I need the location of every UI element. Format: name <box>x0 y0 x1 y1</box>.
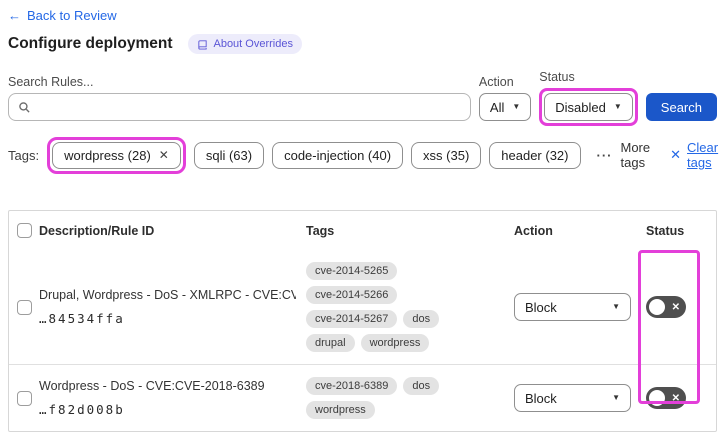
rule-action-cell: Block ▼ <box>506 293 639 321</box>
rule-tag-pill: drupal <box>306 334 355 352</box>
search-rules-input[interactable] <box>8 93 471 121</box>
chevron-down-icon: ▼ <box>612 302 620 311</box>
select-all-checkbox[interactable] <box>16 223 32 238</box>
tag-filter-pill[interactable]: header (32) <box>489 141 581 169</box>
table-body: Drupal, Wordpress - DoS - XMLRPC - CVE:C… <box>9 250 716 431</box>
table-row: Drupal, Wordpress - DoS - XMLRPC - CVE:C… <box>9 250 716 364</box>
configure-deployment-page: ← Back to Review Configure deployment Ab… <box>0 0 725 432</box>
more-tags-button[interactable]: ··· More tags <box>597 140 651 170</box>
rule-description: Drupal, Wordpress - DoS - XMLRPC - CVE:C… <box>39 288 296 302</box>
tag-filter-wordpress[interactable]: wordpress (28) ✕ <box>52 141 181 169</box>
action-select-value: Block <box>525 390 557 406</box>
about-overrides-label: About Overrides <box>213 38 293 50</box>
action-select[interactable]: Block ▼ <box>514 384 631 412</box>
status-filter-highlight: Disabled ▼ <box>539 88 638 126</box>
toggle-off-icon: ✕ <box>671 301 680 313</box>
action-filter-label: Action <box>478 75 514 89</box>
table-header-row: Description/Rule ID Tags Action Status <box>9 211 716 250</box>
clear-tags-link[interactable]: ✕ Clear tags <box>670 140 718 170</box>
row-checkbox-cell <box>9 390 39 406</box>
rule-status-cell: ✕ <box>639 296 716 318</box>
status-filter-value: Disabled <box>555 99 606 115</box>
rule-tags-cell: cve-2014-5265 cve-2014-5266 cve-2014-5267 d… <box>306 262 506 352</box>
selected-tag-highlight: wordpress (28) ✕ <box>47 136 186 174</box>
rule-tag-pill: wordpress <box>306 401 375 419</box>
clear-tags-label: Clear tags <box>687 140 719 170</box>
search-rules-label: Search Rules... <box>8 75 94 89</box>
toggle-knob <box>649 299 665 315</box>
rule-tag-pill: dos <box>403 377 440 395</box>
back-to-review-link[interactable]: ← Back to Review <box>8 8 117 23</box>
page-title: Configure deployment <box>8 35 173 52</box>
clear-tags-x-icon: ✕ <box>670 147 682 162</box>
toggle-knob <box>649 390 665 406</box>
header-status: Status <box>646 223 685 238</box>
rule-id: …f82d008b <box>39 402 125 417</box>
toggle-off-icon: ✕ <box>671 392 680 404</box>
about-overrides-badge[interactable]: About Overrides <box>188 34 302 54</box>
rule-tag-pill: cve-2014-5265 <box>306 262 398 280</box>
filter-row: Search Rules... Action All ▼ Status Disa… <box>8 70 717 126</box>
back-link-label: Back to Review <box>27 8 117 23</box>
rule-tag-pill: cve-2014-5267 <box>306 310 398 328</box>
chevron-down-icon: ▼ <box>512 102 521 111</box>
rule-tag-pill: cve-2018-6389 <box>306 377 398 395</box>
row-checkbox-cell <box>9 299 39 315</box>
action-filter-value: All <box>489 99 505 115</box>
book-icon <box>198 39 208 50</box>
back-arrow-icon: ← <box>8 8 21 23</box>
heading-row: Configure deployment About Overrides <box>8 34 717 54</box>
rule-tag-pill: wordpress <box>360 334 430 352</box>
search-icon <box>19 101 30 113</box>
rules-table: Description/Rule ID Tags Action Status D… <box>8 210 717 432</box>
header-action: Action <box>514 223 553 238</box>
row-checkbox[interactable] <box>16 299 32 315</box>
table-row: Wordpress - DoS - CVE:CVE-2018-6389 …f82d… <box>9 364 716 431</box>
search-button[interactable]: Search <box>645 93 717 121</box>
tag-pill-list: sqli (63) code-injection (40) xss (35) head… <box>193 141 581 169</box>
action-select-value: Block <box>525 299 557 315</box>
more-tags-label: More tags <box>620 140 651 170</box>
action-select[interactable]: Block ▼ <box>514 293 631 321</box>
rule-description: Wordpress - DoS - CVE:CVE-2018-6389 <box>39 379 265 393</box>
tag-filter-pill[interactable]: xss (35) <box>411 141 482 169</box>
rule-tag-pill: cve-2014-5266 <box>306 286 398 304</box>
row-checkbox[interactable] <box>16 390 32 406</box>
rule-description-cell: Drupal, Wordpress - DoS - XMLRPC - CVE:C… <box>39 288 306 326</box>
status-filter-dropdown[interactable]: Disabled ▼ <box>544 93 633 121</box>
tag-filter-pill[interactable]: sqli (63) <box>193 141 265 169</box>
tags-bar: Tags: wordpress (28) ✕ sqli (63) code-inj… <box>8 136 718 174</box>
ellipsis-icon: ··· <box>596 147 613 163</box>
action-filter-dropdown[interactable]: All ▼ <box>478 93 532 121</box>
rule-tag-pill: dos <box>403 310 440 328</box>
tag-filter-pill[interactable]: code-injection (40) <box>272 141 404 169</box>
rule-id: …84534ffa <box>39 311 125 326</box>
status-toggle[interactable]: ✕ <box>646 296 686 318</box>
rule-description-cell: Wordpress - DoS - CVE:CVE-2018-6389 …f82d… <box>39 379 306 417</box>
rules-table-wrap: Description/Rule ID Tags Action Status D… <box>8 210 717 432</box>
chevron-down-icon: ▼ <box>612 393 620 402</box>
tags-label: Tags: <box>8 147 40 163</box>
rule-tags-cell: cve-2018-6389 dos wordpress <box>306 377 506 419</box>
tag-filter-label: wordpress (28) <box>64 147 151 163</box>
header-description: Description/Rule ID <box>39 223 155 238</box>
status-filter-label: Status <box>539 70 575 84</box>
rule-action-cell: Block ▼ <box>506 384 639 412</box>
remove-tag-icon[interactable]: ✕ <box>159 148 169 162</box>
header-tags: Tags <box>306 223 335 238</box>
chevron-down-icon: ▼ <box>613 102 622 111</box>
